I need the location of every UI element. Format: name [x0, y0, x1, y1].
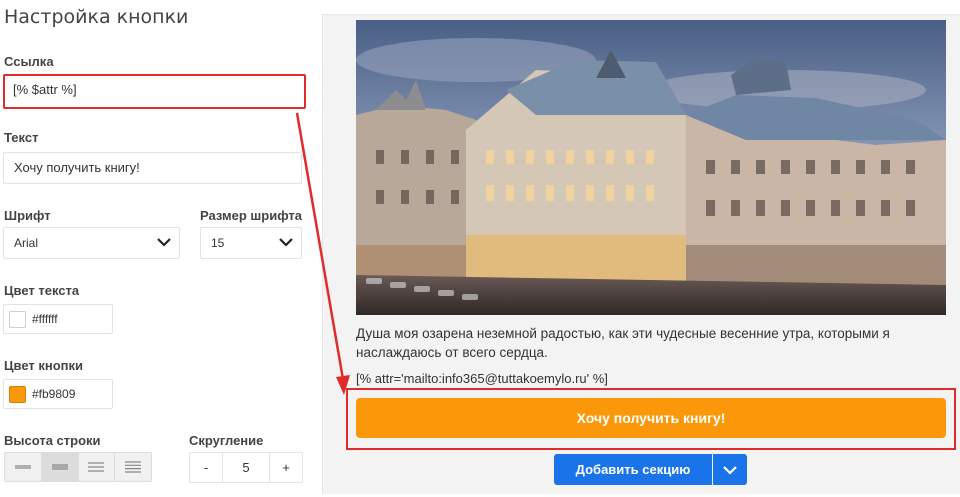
button-color-value: #fb9809	[32, 387, 76, 401]
line-spacing-normal-icon	[51, 464, 68, 470]
button-color-swatch[interactable]	[9, 386, 26, 403]
font-size-select-value: 15	[211, 236, 225, 250]
text-color-field[interactable]: #ffffff	[3, 304, 113, 334]
chevron-down-icon	[723, 465, 737, 475]
preview-body-text: Душа моя озарена неземной радостью, как …	[356, 326, 890, 360]
font-label: Шрифт	[4, 208, 51, 223]
font-select-value: Arial	[14, 236, 39, 250]
link-label: Ссылка	[4, 54, 54, 69]
text-input[interactable]: Хочу получить книгу!	[3, 152, 302, 184]
line-height-compact-button[interactable]	[5, 453, 42, 481]
line-spacing-compact-icon	[14, 465, 31, 469]
chevron-down-icon	[279, 238, 293, 247]
button-color-label: Цвет кнопки	[4, 358, 84, 373]
line-spacing-wide-icon	[88, 462, 105, 472]
text-color-value: #ffffff	[32, 312, 58, 326]
line-spacing-extra-icon	[125, 461, 142, 473]
line-height-group	[4, 452, 152, 482]
font-size-select[interactable]: 15	[200, 227, 302, 259]
radius-decrement-button[interactable]: -	[190, 453, 222, 482]
link-input[interactable]: [% $attr %]	[3, 74, 306, 109]
hero-image	[356, 20, 946, 315]
chevron-down-icon	[157, 238, 171, 247]
panel-title: Настройка кнопки	[4, 6, 189, 28]
radius-stepper: - 5 +	[189, 452, 303, 483]
add-section-button[interactable]: Добавить секцию	[554, 454, 712, 485]
radius-label: Скругление	[189, 433, 264, 448]
button-color-field[interactable]: #fb9809	[3, 379, 113, 409]
add-section-dropdown-button[interactable]	[713, 454, 747, 485]
radius-increment-button[interactable]: +	[270, 453, 302, 482]
preview-attr-text: [% attr='mailto:info365@tuttakoemylo.ru'…	[356, 371, 608, 386]
line-height-normal-button[interactable]	[41, 453, 79, 481]
text-color-swatch[interactable]	[9, 311, 26, 328]
text-color-label: Цвет текста	[4, 283, 80, 298]
line-height-wide-button[interactable]	[78, 453, 116, 481]
line-height-label: Высота строки	[4, 433, 101, 448]
line-height-extra-button[interactable]	[115, 453, 151, 481]
cta-button[interactable]: Хочу получить книгу!	[356, 398, 946, 438]
font-select[interactable]: Arial	[3, 227, 180, 259]
radius-value[interactable]: 5	[222, 453, 270, 482]
font-size-label: Размер шрифта	[200, 208, 302, 223]
text-label: Текст	[4, 130, 39, 145]
